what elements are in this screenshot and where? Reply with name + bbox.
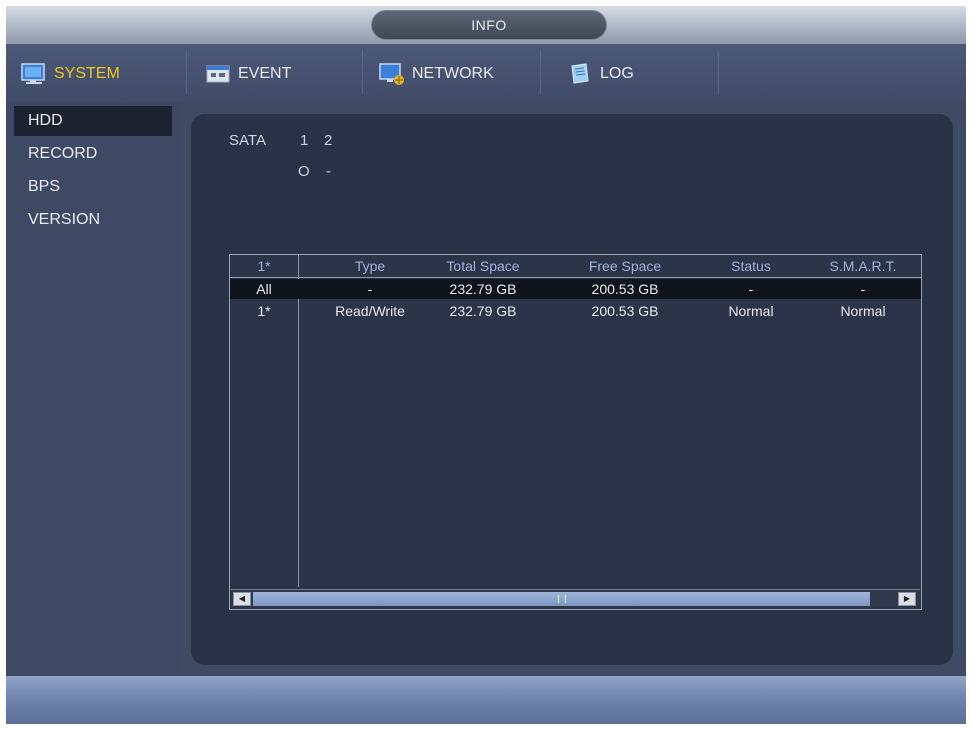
sidebar-item-bps[interactable]: BPS xyxy=(14,172,172,202)
tab-divider xyxy=(718,50,719,94)
tab-event[interactable]: EVENT xyxy=(204,56,291,92)
scroll-thumb[interactable] xyxy=(253,592,870,606)
tab-log-label: LOG xyxy=(600,65,634,82)
table-row[interactable]: All - 232.79 GB 200.53 GB - - xyxy=(230,279,921,299)
cell-type: - xyxy=(367,281,373,297)
footer-bar xyxy=(6,676,966,724)
sata-port-2: 2 xyxy=(324,132,333,149)
cell-total-space: 232.79 GB xyxy=(449,281,517,297)
sidebar: HDD RECORD BPS VERSION xyxy=(6,102,182,672)
cell-type: Read/Write xyxy=(335,303,405,319)
cell-status: Normal xyxy=(728,303,774,319)
col-header-id[interactable]: 1* xyxy=(250,258,278,274)
log-book-icon xyxy=(566,62,594,86)
sidebar-item-version[interactable]: VERSION xyxy=(14,205,172,235)
col-header-total-space[interactable]: Total Space xyxy=(428,258,538,274)
tab-network-label: NETWORK xyxy=(412,65,494,82)
cell-free-space: 200.53 GB xyxy=(591,303,659,319)
cell-smart: - xyxy=(860,281,866,297)
cell-id: 1* xyxy=(257,303,271,319)
tab-system-label: SYSTEM xyxy=(54,65,120,82)
scroll-left-button[interactable]: ◀ xyxy=(233,592,251,606)
table-header: 1* Type Total Space Free Space Status S.… xyxy=(230,255,921,278)
grip-icon xyxy=(558,595,566,603)
window-title: INFO xyxy=(371,10,607,40)
title-bar: INFO xyxy=(6,6,966,44)
scroll-right-button[interactable]: ▶ xyxy=(898,592,916,606)
tab-event-label: EVENT xyxy=(238,65,292,82)
tab-divider xyxy=(186,50,187,94)
system-monitor-icon xyxy=(20,62,48,86)
tab-network[interactable]: NETWORK xyxy=(378,56,494,92)
tab-divider xyxy=(362,50,363,94)
network-icon xyxy=(378,62,406,86)
col-header-smart[interactable]: S.M.A.R.T. xyxy=(814,258,912,274)
event-icon xyxy=(204,62,232,86)
main-tab-bar: SYSTEM EVENT NETWORK LOG xyxy=(6,44,966,102)
cell-id: All xyxy=(256,281,272,297)
tab-divider xyxy=(540,50,541,94)
sidebar-item-hdd[interactable]: HDD xyxy=(14,106,172,136)
sata-label: SATA xyxy=(229,132,266,149)
cell-smart: Normal xyxy=(840,303,886,319)
sidebar-item-record[interactable]: RECORD xyxy=(14,139,172,169)
tab-system[interactable]: SYSTEM xyxy=(20,56,120,92)
horizontal-scrollbar[interactable]: ◀ ▶ xyxy=(231,589,920,607)
cell-status: - xyxy=(748,281,754,297)
col-header-free-space[interactable]: Free Space xyxy=(570,258,680,274)
sata-state-1: O xyxy=(298,163,310,180)
col-header-status[interactable]: Status xyxy=(716,258,786,274)
sata-state-2: - xyxy=(326,163,331,180)
table-row[interactable]: 1* Read/Write 232.79 GB 200.53 GB Normal… xyxy=(230,301,921,321)
hdd-table: 1* Type Total Space Free Space Status S.… xyxy=(229,254,922,610)
sata-port-1: 1 xyxy=(300,132,309,149)
info-window: INFO SYSTEM EVENT NETWORK LOG HDD RECORD… xyxy=(6,6,966,724)
cell-free-space: 200.53 GB xyxy=(591,281,659,297)
tab-log[interactable]: LOG xyxy=(566,56,634,92)
cell-total-space: 232.79 GB xyxy=(449,303,517,319)
col-header-type[interactable]: Type xyxy=(320,258,420,274)
